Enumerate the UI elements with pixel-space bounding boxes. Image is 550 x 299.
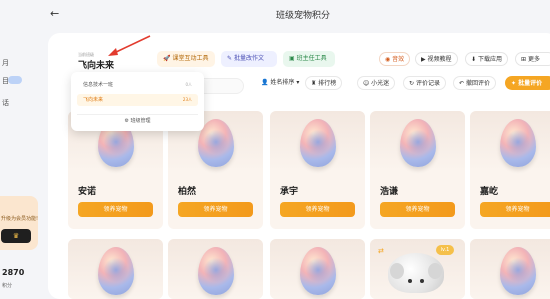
- video-tutorial-button[interactable]: ▶ 视频教程: [415, 52, 458, 66]
- leaderboard-button[interactable]: ♜ 排行榜: [305, 76, 343, 90]
- sort-label: 姓名排序: [270, 79, 295, 86]
- leaderboard-label: 排行榜: [318, 80, 337, 87]
- dog-ear: [390, 263, 404, 279]
- arrow-left-icon[interactable]: ←: [50, 7, 59, 20]
- adopt-pet-button[interactable]: 领养宠物: [480, 202, 550, 217]
- student-name: 柏然: [178, 187, 197, 197]
- record-button[interactable]: ↻ 评价记录: [403, 76, 446, 90]
- pet-dog-icon: [388, 253, 444, 293]
- sound-label: 音效: [392, 56, 405, 63]
- class-dropdown: 信息技术一班 0人 飞向未来 23人 ⚙ 班级管理: [71, 72, 204, 131]
- video-label: 视频教程: [427, 56, 452, 63]
- class-option-count: 0人: [185, 82, 192, 87]
- page-title: 班级宠物积分: [276, 11, 331, 21]
- pet-egg-icon: [500, 247, 536, 295]
- pet-egg-icon: [300, 247, 336, 295]
- class-manage-button[interactable]: ⚙ 班级管理: [77, 114, 198, 126]
- undo-icon: ↶: [459, 80, 466, 87]
- grid-icon: ⊞: [521, 56, 528, 63]
- adopt-pet-button[interactable]: 领养宠物: [178, 202, 253, 217]
- promo-text: 升级为会员功能!: [1, 216, 39, 222]
- points-label: 积分: [2, 283, 13, 289]
- pet-egg-icon: [198, 247, 234, 295]
- homework-tool-label: 批量改作文: [234, 55, 265, 62]
- more-button[interactable]: ⊞ 更多: [515, 52, 550, 66]
- download-icon: ⬇: [471, 56, 478, 63]
- batch-evaluate-button[interactable]: ✦ 批量评价: [505, 76, 550, 90]
- undo-label: 撤回评价: [465, 80, 490, 87]
- pet-egg-icon: [500, 119, 536, 167]
- teacher-tool-label: 班主任工具: [296, 55, 327, 62]
- more-label: 更多: [527, 56, 540, 63]
- edit-icon: ✎: [227, 55, 233, 62]
- student-card[interactable]: [68, 239, 163, 299]
- history-icon: ↻: [409, 80, 416, 87]
- interact-tool-label: 课堂互动工具: [172, 55, 209, 62]
- record-label: 评价记录: [415, 80, 440, 87]
- student-card[interactable]: [270, 239, 365, 299]
- student-name: 承宇: [280, 187, 299, 197]
- student-card[interactable]: [168, 239, 263, 299]
- class-option[interactable]: 信息技术一班 0人: [77, 79, 198, 91]
- adopt-pet-button[interactable]: 领养宠物: [280, 202, 355, 217]
- level-badge: lv.1: [436, 245, 454, 255]
- student-card[interactable]: 嘉屹 领养宠物: [470, 111, 550, 229]
- class-option-selected[interactable]: 飞向未来 23人: [77, 94, 198, 106]
- pet-egg-icon: [98, 247, 134, 295]
- new-badge: [8, 76, 22, 84]
- student-name: 浩谦: [380, 187, 399, 197]
- class-option-count: 23人: [182, 97, 192, 102]
- person-icon: 👤: [261, 79, 271, 86]
- left-sidebar: 月 目 话 升级为会员功能! ♛ 2870 积分: [0, 0, 40, 299]
- pet-egg-icon: [300, 119, 336, 167]
- sidebar-partial-text[interactable]: 话: [2, 98, 9, 108]
- annotation-arrow-icon: [108, 35, 151, 56]
- student-name: 嘉屹: [480, 187, 499, 197]
- rocket-icon: 🚀: [163, 55, 171, 62]
- interact-tool-button[interactable]: 🚀 课堂互动工具: [157, 51, 215, 67]
- sidebar-partial-text[interactable]: 月: [2, 58, 9, 68]
- class-option-label: 信息技术一班: [83, 82, 114, 88]
- download-label: 下载应用: [477, 56, 502, 63]
- class-switcher[interactable]: 飞向未来: [78, 58, 114, 71]
- swap-icon[interactable]: ⇄: [378, 247, 384, 255]
- student-card[interactable]: 承宇 领养宠物: [270, 111, 365, 229]
- student-card[interactable]: [470, 239, 550, 299]
- pet-egg-icon: [400, 119, 436, 167]
- student-card[interactable]: 浩谦 领养宠物: [370, 111, 465, 229]
- sort-dropdown[interactable]: 👤 姓名排序 ▾: [256, 76, 305, 90]
- chevron-down-icon: ▾: [294, 79, 300, 86]
- student-name: 安诺: [78, 187, 97, 197]
- download-app-button[interactable]: ⬇ 下载应用: [465, 52, 508, 66]
- toolbox-icon: ▣: [289, 55, 295, 62]
- upgrade-button[interactable]: ♛: [1, 229, 31, 243]
- sound-toggle[interactable]: ◉ 音效: [379, 52, 411, 66]
- group-icon: ☺: [363, 80, 372, 87]
- teacher-tool-button[interactable]: ▣ 班主任工具: [283, 51, 335, 67]
- adopt-pet-button[interactable]: 领养宠物: [380, 202, 455, 217]
- points-value: 2870: [2, 268, 25, 277]
- group-label: 小光迷: [371, 80, 390, 87]
- batch-label: 批量评价: [518, 80, 543, 87]
- dog-eye: [408, 279, 412, 283]
- top-bar: ← 班级宠物积分: [40, 0, 550, 30]
- group-button[interactable]: ☺ 小光迷: [357, 76, 396, 90]
- adopt-pet-button[interactable]: 领养宠物: [78, 202, 153, 217]
- undo-button[interactable]: ↶ 撤回评价: [453, 76, 496, 90]
- homework-tool-button[interactable]: ✎ 批量改作文: [221, 51, 277, 67]
- dog-ear: [428, 263, 442, 279]
- class-option-label: 飞向未来: [83, 97, 104, 103]
- dog-eye: [420, 279, 424, 283]
- class-manage-label: 班级管理: [130, 118, 151, 124]
- student-card[interactable]: ⇄ lv.1: [370, 239, 465, 299]
